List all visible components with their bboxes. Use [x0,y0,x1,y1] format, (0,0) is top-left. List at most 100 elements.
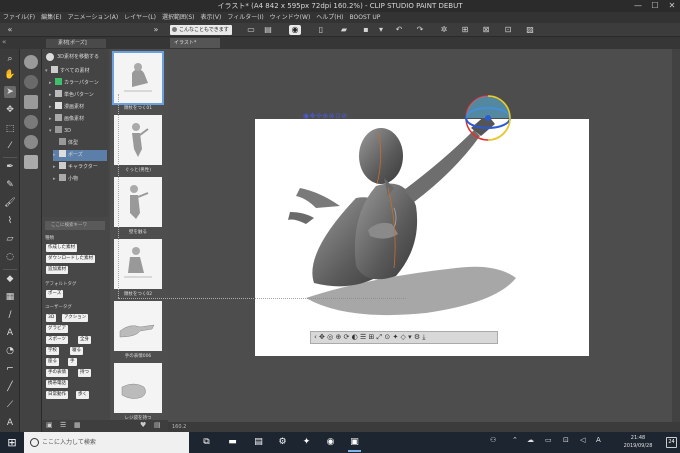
tag-phone[interactable]: 携帯電話 [46,380,68,388]
tag-full-body[interactable]: 全身 [78,336,91,344]
start-button[interactable]: ⊞ [0,432,24,453]
tab-document[interactable]: イラスト* [170,38,220,48]
tag-3d[interactable]: 3D [46,314,57,322]
tree-item-3d[interactable]: ▾ 3D [49,126,107,137]
tag-school[interactable]: 学校 [46,347,59,355]
minimize-button[interactable]: — [630,0,646,12]
fill-icon[interactable]: ▨ [524,25,536,35]
file-explorer-icon[interactable]: ▬ [226,436,239,449]
thumb-item[interactable]: 壁を触る [114,177,162,235]
tag-hand-expression[interactable]: 手の表情 [46,369,68,377]
collapse-left-icon[interactable]: « [4,25,16,35]
tag-sit[interactable]: 座る [46,358,59,366]
sub-tool-light-table-icon[interactable] [24,75,38,89]
3d-figure[interactable] [266,78,530,342]
thumb-item[interactable]: 頬杖をつく02 [114,239,162,297]
save-icon[interactable]: ▪ [360,25,372,35]
can-do-button[interactable]: こんなこともできます [170,25,232,35]
sub-tool-sphere-icon[interactable] [24,95,38,109]
twitter-icon[interactable]: ✦ [300,436,313,449]
brush-tool-icon[interactable]: 🖌 [4,197,16,209]
tag-hold[interactable]: 持つ [78,369,91,377]
correction-tool-icon[interactable]: ⌐ [4,363,16,375]
menu-filter[interactable]: フィルター(I) [227,12,263,23]
menu-layer[interactable]: レイヤー(L) [124,12,156,23]
eyedropper-tool-icon[interactable]: ⁄ [4,140,16,152]
transform-icon[interactable]: ✲ [438,25,450,35]
undo-icon[interactable]: ↶ [393,25,405,35]
pen-tool-icon[interactable]: ✒ [4,161,16,173]
menu-help[interactable]: ヘルプ(H) [316,12,343,23]
tray-chevron-icon[interactable]: ⌃ [512,436,518,444]
hand-tool-icon[interactable]: ✋ [4,69,16,81]
save-dropdown-icon[interactable]: ▾ [375,25,387,35]
network-icon[interactable]: ⊡ [563,436,569,444]
menu-boost-up[interactable]: BOOST UP [350,12,381,23]
pencil-tool-icon[interactable]: ✎ [4,179,16,191]
tree-item-props[interactable]: ▸ 小物 [53,174,107,185]
panel-collapse-icon[interactable]: « [2,38,6,46]
paste-icon[interactable]: ▣ [46,421,53,429]
figure-tool-icon[interactable]: ∕ [4,309,16,321]
store-icon[interactable]: ▤ [252,436,265,449]
tree-item-mono-pattern[interactable]: ▸ 単色パターン [49,90,107,101]
tag-walk[interactable]: 歩く [76,391,89,399]
ime-indicator[interactable]: A [596,436,601,444]
menu-animation[interactable]: アニメーション(A) [68,12,119,23]
menu-file[interactable]: ファイル(F) [3,12,35,23]
tree-item-character[interactable]: ▸ キャラクター [53,162,107,173]
material-search-input[interactable]: ここに検索キーワ [45,221,105,230]
task-view-icon[interactable]: ⧉ [200,436,213,449]
document-icon[interactable]: ▯ [315,25,327,35]
sub-tool-gear-icon[interactable] [24,155,38,169]
taskbar-clock[interactable]: 21:48 2019/09/28 [612,434,664,450]
clip-studio-task-icon[interactable]: ◉ [324,436,337,449]
settings-icon[interactable]: ⚙ [276,436,289,449]
airbrush-tool-icon[interactable]: ⌇ [4,215,16,227]
vertical-scrollbar[interactable] [672,49,680,432]
thumb-item[interactable]: レジ袋を持つ [114,363,162,421]
folder-icon[interactable]: ▰ [338,25,350,35]
tag-gravure[interactable]: グラビア [46,325,68,333]
sub-tool-object-icon[interactable] [24,55,38,69]
tag-action[interactable]: アクション [62,314,89,322]
collapse-right-icon[interactable]: » [150,25,162,35]
font-tool-icon[interactable]: A [4,417,16,429]
crop-icon[interactable]: ⊞ [459,25,471,35]
tree-item-image[interactable]: ▸ 画像素材 [49,114,107,125]
notification-center-button[interactable]: 24 [666,437,677,448]
tab-material-pose[interactable]: 素材[ポーズ] [46,39,106,48]
menu-window[interactable]: ウィンドウ(W) [270,12,311,23]
ruler-tool-icon[interactable]: ╱ [4,381,16,393]
clip-studio-paint-icon[interactable]: ▣ [348,436,361,452]
invert-selection-icon[interactable]: ⊡ [502,25,514,35]
tree-item-color-pattern[interactable]: ▸ カラーパターン [49,78,107,89]
tag-daily[interactable]: 日常動作 [46,391,68,399]
clip-studio-icon[interactable]: ◉ [289,25,301,35]
tree-item-manga[interactable]: ▸ 漫画素材 [49,102,107,113]
tag-added[interactable]: 追加素材 [46,266,68,274]
tag-sports[interactable]: スポーツ [46,336,68,344]
maximize-button[interactable]: ☐ [647,0,663,12]
balloon-tool-icon[interactable]: ◔ [4,345,16,357]
selection-tool-icon[interactable]: ⬚ [4,123,16,135]
blend-tool-icon[interactable]: ◌ [4,251,16,263]
new-file-icon[interactable]: ▭ [245,25,257,35]
tree-item-pose[interactable]: ▸ ポーズ [53,150,107,161]
operation-tool-icon[interactable]: ➤ [4,86,16,98]
grid-view-icon[interactable]: ▦ [74,421,81,429]
volume-icon[interactable]: ◁ [580,436,585,444]
move-layer-tool-icon[interactable]: ✥ [4,104,16,116]
tag-created[interactable]: 作成した素材 [46,244,77,252]
taskbar-search-input[interactable]: ここに入力して検索 [24,432,189,453]
sub-tool-figure-icon[interactable] [24,135,38,149]
deselect-icon[interactable]: ⊠ [480,25,492,35]
menu-selection[interactable]: 選択範囲(S) [162,12,195,23]
favorite-icon[interactable]: ♥ [140,421,146,429]
eraser-tool-icon[interactable]: ▱ [4,233,16,245]
tree-item-body-type[interactable]: 体型 [53,138,107,149]
delete-icon[interactable]: ▤ [154,421,161,429]
tag-pose[interactable]: ポーズ [46,290,64,298]
menu-view[interactable]: 表示(V) [201,12,222,23]
object-launcher[interactable]: ‹ ✥ ◎ ⊕ ⟳ ◐ ☰ ⊞ ⤢ ⊙ ✦ ◇ ▾ ⚙ ⤓ [310,331,498,344]
